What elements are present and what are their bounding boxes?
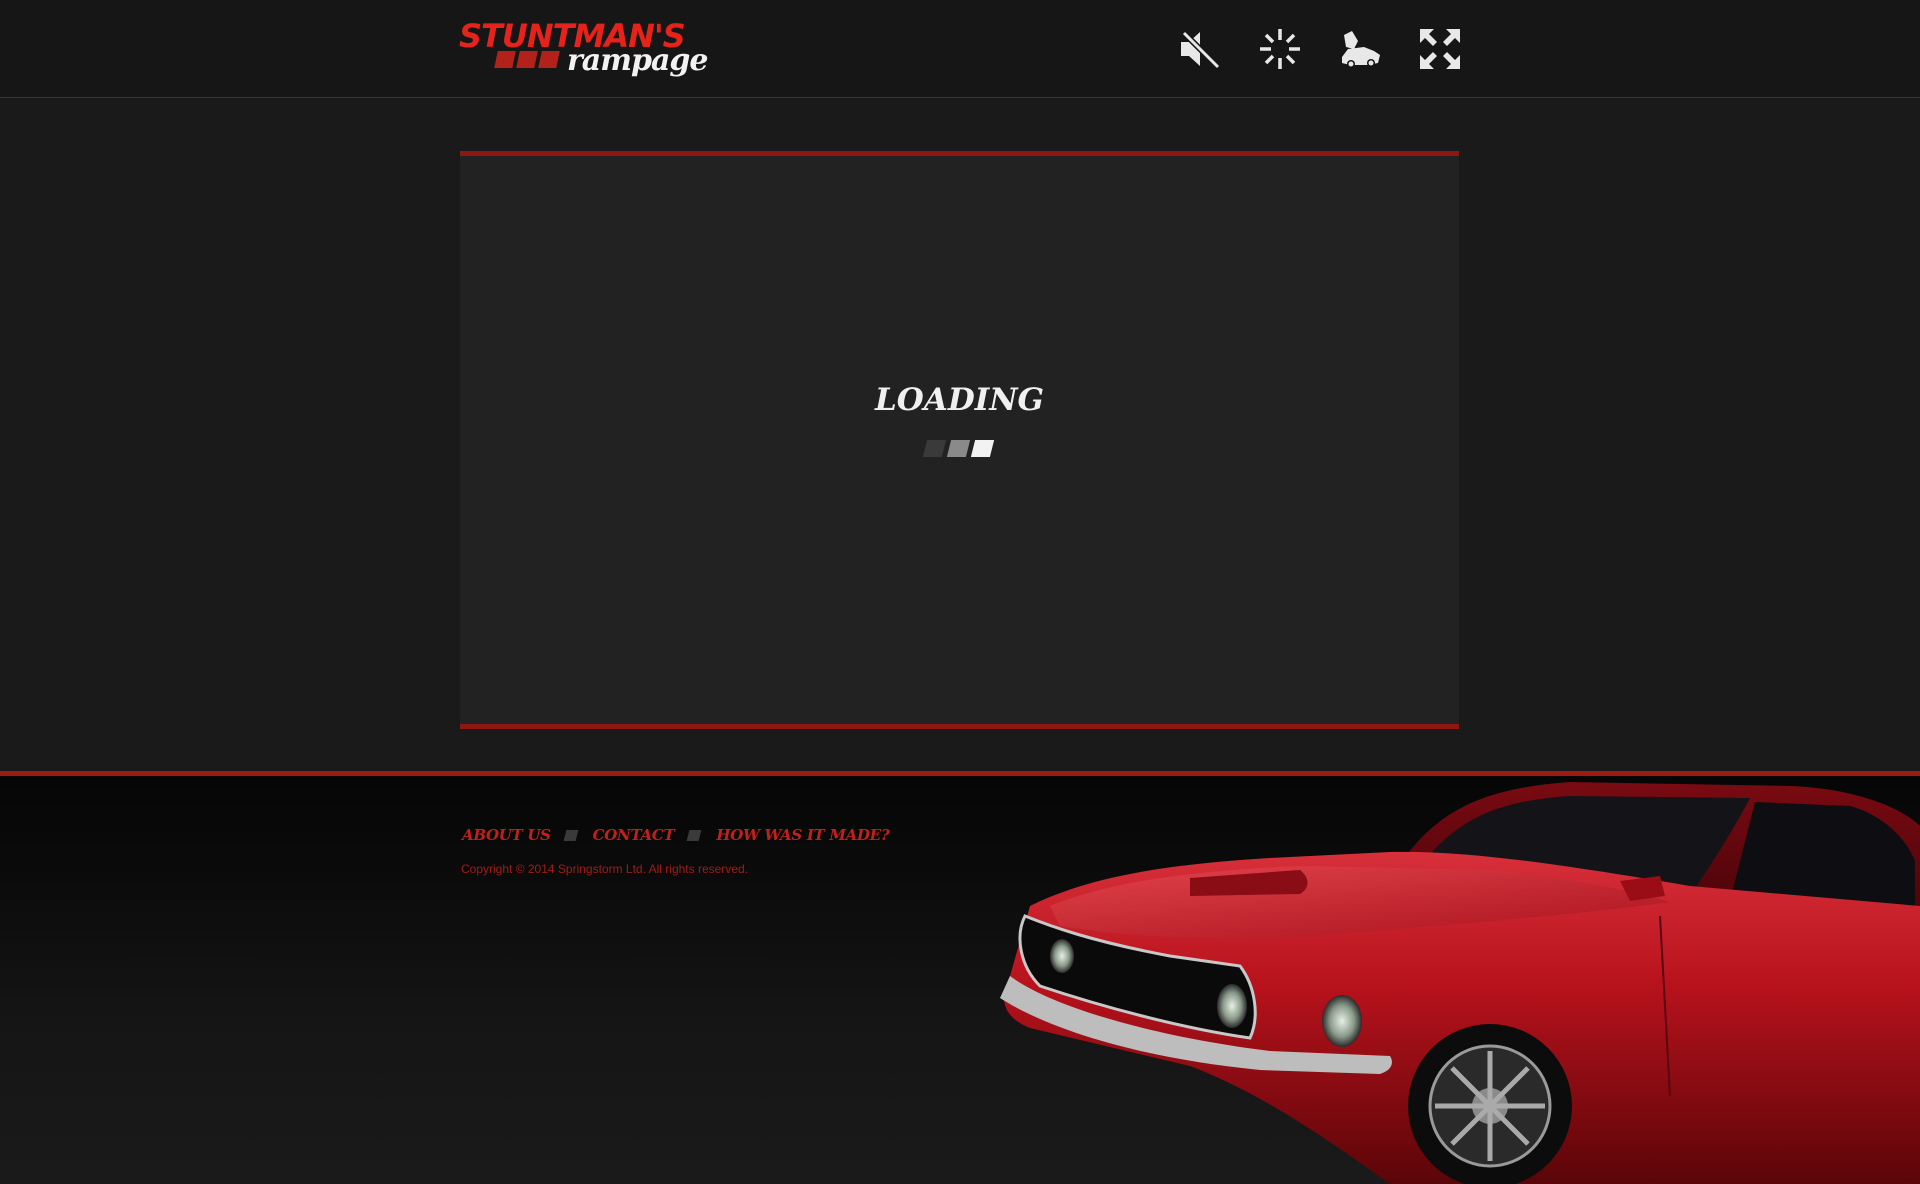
about-us-link[interactable]: ABOUT US [462,826,551,844]
loading-indicator [922,440,995,457]
game-frame[interactable]: LOADING [460,151,1459,729]
footer-separator [563,829,579,841]
loading-dot-2 [946,440,971,457]
car-crash-icon[interactable] [1338,27,1382,71]
site-footer: ABOUT US CONTACT HOW WAS IT MADE? Copyri… [0,771,1920,1184]
loading-dot-3 [970,440,995,457]
loading-text: LOADING [874,382,1045,418]
logo-line-2: rampage [567,43,708,78]
mute-icon[interactable] [1178,27,1222,71]
footer-separator [686,829,702,841]
site-header: STUNTMAN'S rampage [0,0,1920,98]
copyright-text: Copyright © 2014 Springstorm Ltd. All ri… [461,862,748,876]
loading-spinner-icon[interactable] [1258,27,1302,71]
loading-dot-1 [922,440,947,457]
red-car-image [1000,782,1920,1184]
fullscreen-icon[interactable] [1418,27,1462,71]
site-logo[interactable]: STUNTMAN'S rampage [459,18,708,80]
how-was-it-made-link[interactable]: HOW WAS IT MADE? [716,826,889,844]
footer-nav: ABOUT US CONTACT HOW WAS IT MADE? [462,826,890,844]
contact-link[interactable]: CONTACT [593,826,675,844]
logo-squares [494,51,560,69]
